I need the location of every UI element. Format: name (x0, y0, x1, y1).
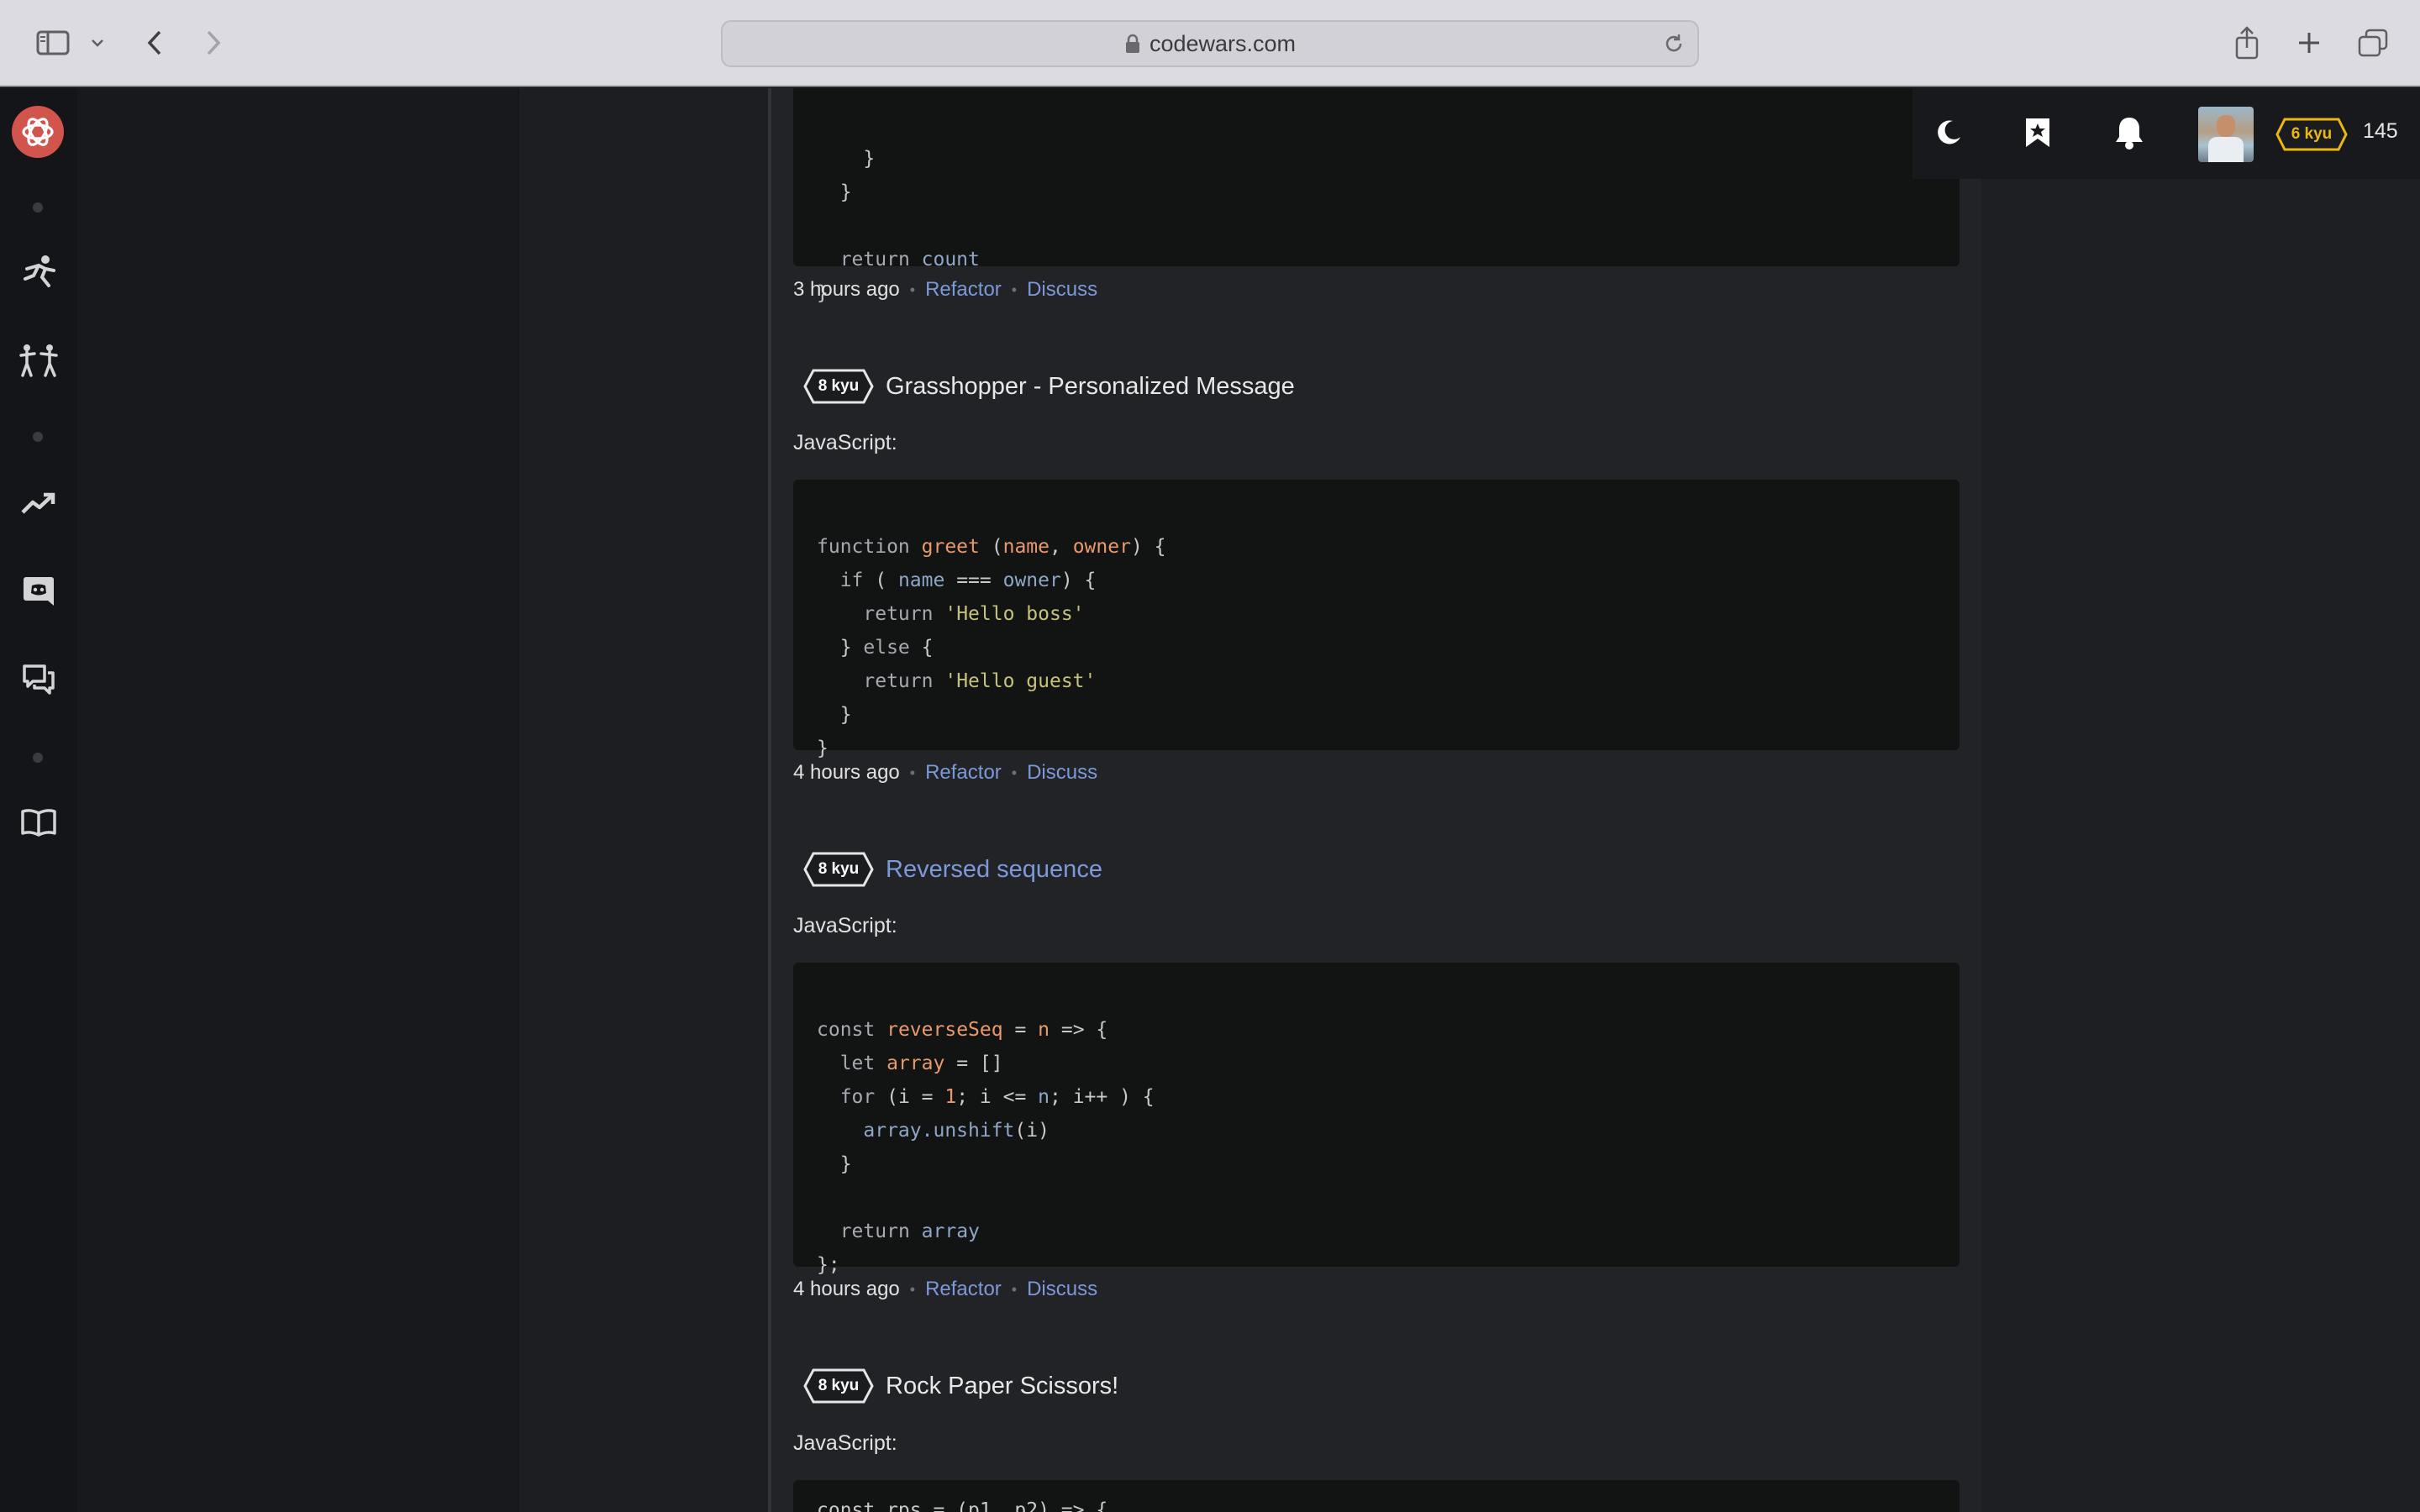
lock-icon (1124, 34, 1141, 54)
code-line: }; (817, 1254, 840, 1276)
docs-book-icon[interactable] (17, 801, 60, 844)
discuss-link[interactable]: Discuss (1027, 278, 1097, 302)
kyu-rank-badge: 8 kyu (803, 368, 874, 405)
refactor-link[interactable]: Refactor (925, 1278, 1002, 1301)
solution-meta: 3 hours ago • Refactor • Discuss (793, 278, 1097, 302)
separator-dot: • (1011, 1280, 1018, 1298)
code-block: function greet (name, owner) { if ( name… (793, 480, 1960, 759)
code-line: for (i = 1; i <= n; i++ ) { (839, 1086, 1155, 1108)
separator-dot: • (909, 1280, 916, 1298)
code-line: } (817, 148, 876, 170)
address-bar[interactable]: codewars.com (721, 20, 1699, 67)
kata-title-link[interactable]: Reversed sequence (886, 856, 1102, 884)
user-rank-badge[interactable]: 6 kyu (2275, 118, 2348, 151)
discuss-link[interactable]: Discuss (1027, 761, 1097, 785)
user-avatar[interactable] (2198, 107, 2254, 162)
right-gutter (1981, 88, 2420, 1512)
separator-dot: • (1011, 764, 1018, 781)
code-line: } (817, 181, 852, 203)
forum-chat-icon[interactable] (17, 658, 60, 701)
rail-separator (33, 432, 43, 442)
kyu-rank-badge: 8 kyu (803, 1368, 874, 1404)
forward-arrow-icon[interactable] (198, 18, 229, 67)
reload-icon[interactable] (1662, 32, 1686, 60)
kyu-label: 8 kyu (818, 377, 860, 395)
content-gutter (518, 88, 770, 1512)
code-line: if ( name === owner) { (839, 570, 1097, 591)
refactor-link[interactable]: Refactor (925, 761, 1002, 785)
kyu-label: 8 kyu (818, 860, 860, 878)
sidebar-toggle-icon[interactable] (32, 18, 74, 67)
notifications-bell-icon[interactable] (2113, 115, 2145, 155)
time-ago: 4 hours ago (793, 761, 900, 784)
rail-separator (33, 753, 43, 763)
separator-dot: • (1011, 281, 1018, 298)
code-line: return 'Hello guest' (863, 670, 1097, 692)
solution-meta: 4 hours ago • Refactor • Discuss (793, 1278, 1097, 1301)
code-line: return 'Hello boss' (863, 603, 1085, 625)
code-block: const reverseSeq = n => { let array = []… (793, 963, 1960, 1276)
code-line: array.unshift(i) (863, 1120, 1050, 1142)
language-label: JavaScript: (793, 1431, 897, 1455)
separator-dot: • (909, 281, 916, 298)
code-block: const rps = (p1, p2) => { (793, 1480, 1960, 1512)
training-icon[interactable] (17, 250, 60, 294)
code-line: } (817, 738, 829, 759)
separator-dot: • (909, 764, 916, 781)
browser-toolbar: codewars.com (0, 0, 2420, 87)
left-navigation-rail (0, 88, 77, 1512)
code-line: } else { (817, 637, 934, 659)
kata-title[interactable]: Grasshopper - Personalized Message (886, 373, 1295, 401)
tab-overview-icon[interactable] (2354, 18, 2391, 67)
user-rank-label: 6 kyu (2291, 125, 2333, 143)
code-line: const reverseSeq = n => { (817, 1019, 1108, 1041)
time-ago: 3 hours ago (793, 278, 900, 301)
language-label: JavaScript: (793, 914, 897, 937)
language-label: JavaScript: (793, 431, 897, 454)
rail-separator (33, 202, 43, 213)
kyu-rank-badge: 8 kyu (803, 851, 874, 888)
honor-score: 145 (2363, 119, 2398, 143)
kata-header: 8 kyu Grasshopper - Personalized Message (803, 368, 1295, 405)
back-arrow-icon[interactable] (139, 18, 170, 67)
kyu-label: 8 kyu (818, 1377, 860, 1394)
code-line: const rps = (p1, p2) => { (817, 1499, 1108, 1512)
kata-header: 8 kyu Rock Paper Scissors! (803, 1368, 1118, 1404)
new-tab-icon[interactable] (2292, 18, 2326, 67)
refactor-link[interactable]: Refactor (925, 278, 1002, 302)
code-line: let array = [] (839, 1053, 1003, 1074)
code-line: return count (839, 249, 980, 270)
leaderboard-trend-icon[interactable] (17, 481, 60, 525)
kata-header: 8 kyu Reversed sequence (803, 851, 1102, 888)
feed-divider (768, 88, 771, 1512)
bookmark-icon[interactable] (2023, 116, 2052, 154)
solution-meta: 4 hours ago • Refactor • Discuss (793, 761, 1097, 785)
secondary-sidebar (77, 88, 518, 1512)
kata-title[interactable]: Rock Paper Scissors! (886, 1373, 1118, 1400)
url-host: codewars.com (1149, 30, 1297, 56)
share-icon[interactable] (2230, 18, 2264, 67)
code-line: function greet (name, owner) { (817, 536, 1166, 558)
time-ago: 4 hours ago (793, 1278, 900, 1300)
solutions-feed: } } return count} 3 hours ago • Refactor… (793, 88, 1960, 1512)
code-line: } (817, 704, 852, 726)
code-line: return array (839, 1221, 980, 1242)
discord-icon[interactable] (17, 570, 60, 613)
dark-mode-moon-icon[interactable] (1934, 118, 1963, 151)
practice-icon[interactable] (17, 339, 60, 382)
discuss-link[interactable]: Discuss (1027, 1278, 1097, 1301)
code-line: } (817, 1153, 852, 1175)
code-block: } } return count} (793, 88, 1960, 304)
codewars-logo[interactable] (12, 106, 64, 158)
chevron-down-icon[interactable] (87, 18, 108, 67)
